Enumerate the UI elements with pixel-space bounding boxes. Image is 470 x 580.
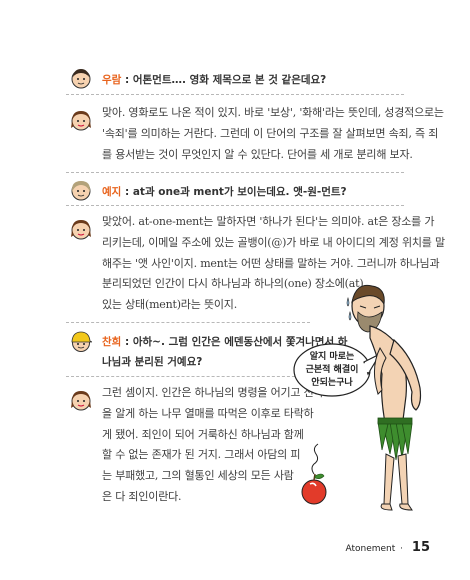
teacher-avatar [70,218,92,240]
apple-icon [301,473,327,505]
page-footer: Atonement · 15 [345,540,430,555]
speaker-avatar-yeji [70,179,92,201]
question-text: 어톤먼트…. 영화 제목으로 본 것 같은데요? [132,74,327,86]
teacher-avatar [70,109,92,131]
answer-line: 리키는데, 이메일 주소에 있는 골뱅이(@)가 바로 내 아이디의 계정 위치… [102,235,445,249]
answer-line: '속죄'를 의미하는 거란다. 그런데 이 단어의 구조를 잘 살펴보면 속죄,… [102,126,439,140]
divider [66,376,310,377]
answer-line: 해주는 '앳 사인'이지. ment는 어떤 상태를 말하는 거야. 그러니까 … [102,256,440,270]
answer-line: 맞아. 영화로도 나온 적이 있지. 바로 '보상', '화해'라는 뜻인데, … [102,106,444,119]
leaf-skirt [377,417,413,461]
divider [66,205,404,206]
bubble-line: 알지 마로는 [310,350,355,362]
divider [66,172,404,173]
speaker-name: 우람 [102,74,122,86]
page-number: 15 [411,540,430,555]
question-uram: 우람 : 어톤먼트…. 영화 제목으로 본 것 같은데요? [102,74,327,86]
speaker-avatar-uram [70,67,92,89]
divider [66,322,310,323]
divider [66,94,404,95]
answer-line: 맞았어. at-one-ment는 말하자면 '하나가 된다'는 의미야. at… [102,215,435,228]
question-text: at과 one과 ment가 보이는데요. 앳-원-먼트? [132,186,347,198]
question-yeji: 예지 : at과 one과 ment가 보이는데요. 앳-원-먼트? [102,186,347,198]
teacher-avatar [70,389,92,411]
bubble-line: 근본적 해결이 [306,363,359,375]
bubble-line: 안되는구나 [311,376,353,388]
speaker-avatar-chanhee [70,330,93,352]
answer-1: 맞아. 영화로도 나온 적이 있지. 바로 '보상', '화해'라는 뜻인데, … [102,103,444,165]
separator: · [400,544,404,554]
adam-illustration: 알지 마로는 근본적 해결이 안되는구나 [290,278,440,518]
speaker-name: 예지 [102,186,122,198]
speaker-name: 찬희 [102,336,122,348]
running-title: Atonement [345,544,396,554]
answer-line: 를 용서받는 것이 무엇인지 알 수 있단다. 단어를 세 개로 분리해 보자. [102,147,413,161]
